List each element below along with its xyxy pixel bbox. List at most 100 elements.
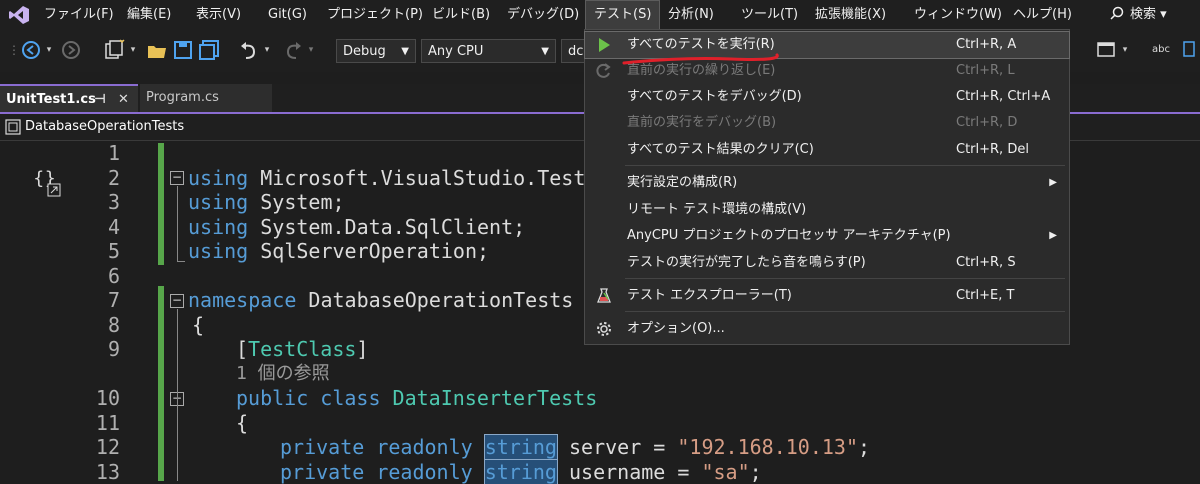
fold-guide [177, 186, 178, 261]
menu-item-shortcut: Ctrl+R, D [956, 110, 1017, 136]
line-number: 6 [60, 264, 120, 289]
new-project-icon[interactable] [102, 38, 126, 62]
code-text: Microsoft.VisualStudio.TestTo [248, 166, 609, 190]
search-icon [1110, 6, 1124, 20]
code-line: public class DataInserterTests [236, 386, 597, 411]
menu-item-label: オプション(O)... [627, 316, 725, 342]
undo-icon[interactable] [238, 38, 260, 62]
menu-view[interactable]: 表示(V) [196, 0, 241, 30]
line-number: 4 [60, 215, 120, 240]
code-line: private readonly string username = "sa"; [280, 460, 762, 484]
code-line: using SqlServerOperation; [188, 239, 489, 264]
menu-item-configure-run-settings[interactable]: 実行設定の構成(R) ▶ [585, 170, 1069, 196]
code-line: private readonly string server = "192.16… [280, 435, 870, 460]
menu-git[interactable]: Git(G) [268, 0, 307, 30]
fold-guide [177, 309, 178, 481]
code-text: ; [858, 435, 870, 459]
tab-program[interactable]: Program.cs [140, 84, 272, 112]
menu-debug[interactable]: デバッグ(D) [507, 0, 579, 30]
menu-tools[interactable]: ツール(T) [741, 0, 798, 30]
pin-icon[interactable]: ⊣ [94, 86, 106, 114]
code-text: SqlServerOperation; [248, 239, 489, 263]
line-number: 10 [60, 386, 120, 411]
menu-item-debug-all-tests[interactable]: すべてのテストをデバッグ(D) Ctrl+R, Ctrl+A [585, 84, 1069, 110]
menu-extensions[interactable]: 拡張機能(X) [815, 0, 886, 30]
menu-project[interactable]: プロジェクト(P) [327, 0, 423, 30]
menu-separator [625, 165, 1065, 166]
startup-target-select[interactable]: dc [561, 39, 585, 63]
code-text: [ [236, 337, 248, 361]
menu-file[interactable]: ファイル(F) [44, 0, 114, 30]
tab-label: UnitTest1.cs [6, 92, 96, 107]
toolbar-grip-icon[interactable]: ⋮ [8, 38, 16, 62]
undo-dropdown-icon[interactable]: ▾ [262, 38, 272, 62]
menu-item-options[interactable]: オプション(O)... [585, 316, 1069, 342]
menu-test[interactable]: テスト(S) [585, 0, 660, 30]
code-line: { [192, 313, 204, 338]
quick-action-icon[interactable] [47, 183, 61, 197]
menu-analyze[interactable]: 分析(N) [668, 0, 714, 30]
redo-icon[interactable] [282, 38, 304, 62]
code-text: username = [557, 460, 702, 484]
new-dropdown-icon[interactable]: ▾ [128, 38, 138, 62]
solution-configuration-select[interactable]: Debug ▼ [336, 39, 416, 63]
string-literal: "sa" [701, 460, 749, 484]
window-layout-icon[interactable] [1096, 38, 1118, 62]
line-number: 12 [60, 435, 120, 460]
menu-build[interactable]: ビルド(B) [432, 0, 490, 30]
namespace-dropdown-value: DatabaseOperationTests [25, 114, 184, 140]
menu-item-test-explorer[interactable]: テスト エクスプローラー(T) Ctrl+E, T [585, 283, 1069, 309]
solution-platform-select[interactable]: Any CPU▼ [421, 39, 556, 63]
menu-window[interactable]: ウィンドウ(W) [914, 0, 1002, 30]
close-icon[interactable]: ✕ [118, 86, 129, 114]
redo-dropdown-icon[interactable]: ▾ [306, 38, 316, 62]
menu-separator [625, 278, 1065, 279]
change-indicator-bar [158, 143, 164, 265]
navigate-forward-icon[interactable] [60, 38, 82, 62]
chevron-down-icon: ▼ [401, 40, 409, 64]
menu-bar: ファイル(F) 編集(E) 表示(V) Git(G) プロジェクト(P) ビルド… [0, 0, 1200, 30]
menu-item-label: リモート テスト環境の構成(V) [627, 197, 806, 223]
test-explorer-icon [595, 287, 613, 305]
navigate-back-icon[interactable] [20, 38, 42, 62]
spell-check-icon[interactable]: abc [1150, 38, 1172, 62]
menu-item-shortcut: Ctrl+R, Ctrl+A [956, 84, 1050, 110]
visual-studio-logo-icon[interactable] [8, 5, 30, 25]
namespace-icon [5, 119, 21, 135]
keyword: namespace [188, 288, 296, 312]
code-text: ] [356, 337, 368, 361]
highlighted-type: string [485, 460, 557, 484]
collapse-toggle[interactable]: − [170, 294, 184, 308]
open-folder-icon[interactable] [146, 38, 168, 62]
line-number: 9 [60, 337, 120, 362]
menu-item-clear-all-results[interactable]: すべてのテスト結果のクリア(C) Ctrl+R, Del [585, 137, 1069, 163]
configuration-value: Debug [343, 44, 386, 59]
tab-unittest1[interactable]: UnitTest1.cs ⊣ ✕ [0, 84, 138, 112]
line-number: 11 [60, 411, 120, 436]
line-number: 7 [60, 288, 120, 313]
menu-item-label: すべてのテスト結果のクリア(C) [627, 137, 814, 163]
menu-item-play-sound[interactable]: テストの実行が完了したら音を鳴らす(P) Ctrl+R, S [585, 250, 1069, 276]
save-all-icon[interactable] [198, 38, 222, 62]
submenu-arrow-icon: ▶ [1049, 170, 1057, 196]
menu-help[interactable]: ヘルプ(H) [1013, 0, 1072, 30]
line-number: 2 [60, 166, 120, 191]
codelens-reference-count[interactable]: 1 個の参照 [236, 362, 330, 387]
menu-edit[interactable]: 編集(E) [127, 0, 171, 30]
line-number: 1 [60, 141, 120, 166]
menu-item-label: AnyCPU プロジェクトのプロセッサ アーキテクチャ(P) [627, 223, 951, 249]
code-text: ; [750, 460, 762, 484]
tab-label: Program.cs [146, 90, 219, 105]
line-number: 5 [60, 239, 120, 264]
menu-item-shortcut: Ctrl+R, S [956, 250, 1016, 276]
search-box[interactable]: 検索 ▾ [1110, 0, 1167, 30]
save-icon[interactable] [172, 38, 194, 62]
bookmark-icon[interactable] [1180, 38, 1200, 62]
menu-item-processor-architecture[interactable]: AnyCPU プロジェクトのプロセッサ アーキテクチャ(P) ▶ [585, 223, 1069, 249]
layout-dropdown-icon[interactable]: ▾ [1120, 38, 1130, 62]
gear-icon [595, 320, 613, 338]
menu-item-remote-test-env[interactable]: リモート テスト環境の構成(V) [585, 197, 1069, 223]
collapse-toggle[interactable]: − [170, 171, 184, 185]
back-dropdown-icon[interactable]: ▾ [44, 38, 54, 62]
code-text: server = [557, 435, 677, 459]
